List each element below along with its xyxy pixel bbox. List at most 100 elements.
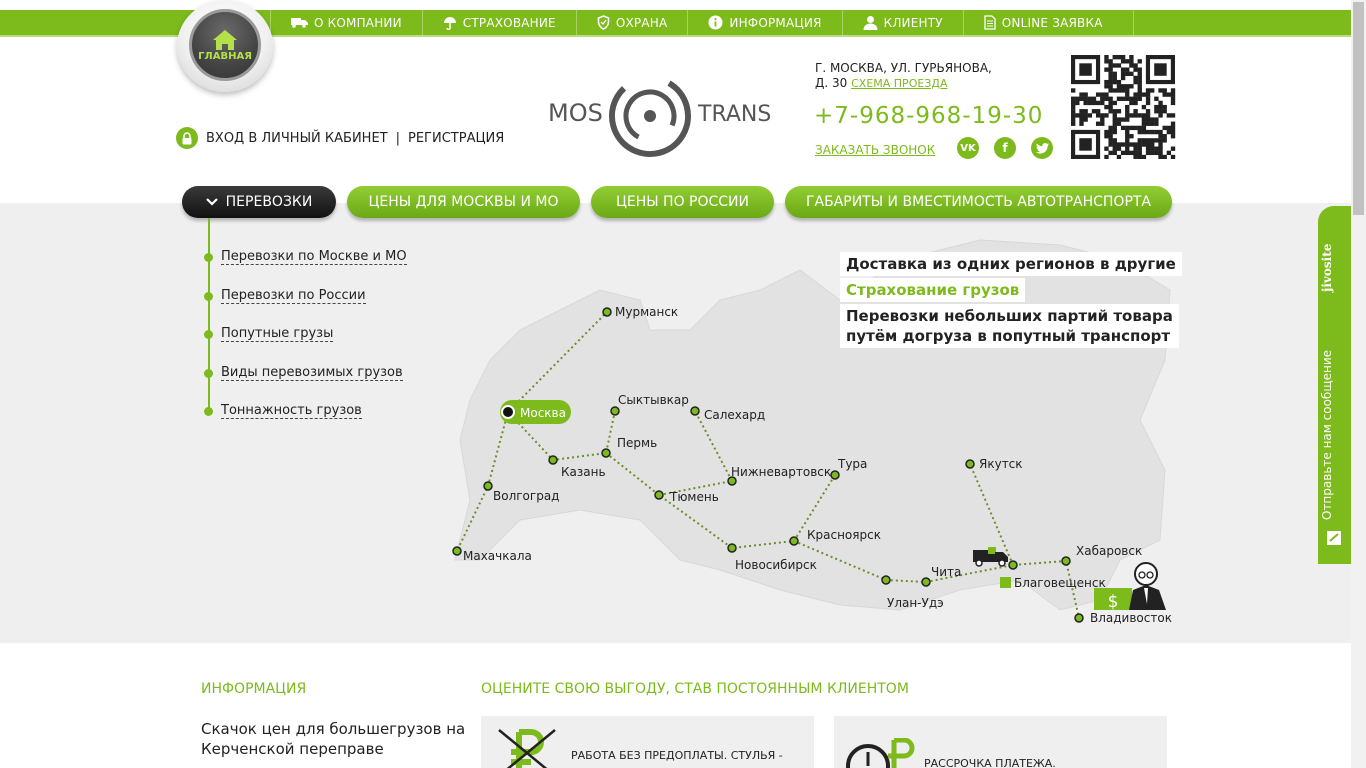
city-makhachkala: Махачкала xyxy=(463,549,532,563)
city-salekhard: Салехард xyxy=(704,408,765,422)
city-murmansk: Мурманск xyxy=(615,305,678,319)
promo-line-3: Перевозки небольших партий товара путём … xyxy=(840,304,1179,348)
topmenu-insurance[interactable]: СТРАХОВАНИЕ xyxy=(421,10,576,35)
benefit-card-2-text: РАССРОЧКА ПЛАТЕЖА. xyxy=(924,757,1056,768)
blagoveshchensk-square xyxy=(1000,577,1011,588)
tab-dimensions[interactable]: ГАБАРИТЫ И ВМЕСТИМОСТЬ АВТОТРАНСПОРТА xyxy=(785,186,1172,218)
city-novosibirsk: Новосибирск xyxy=(735,558,817,572)
topmenu-about[interactable]: О КОМПАНИИ xyxy=(270,10,422,35)
info-article-link[interactable]: Скачок цен для большегрузов на Керченско… xyxy=(201,719,471,759)
topmenu-client-label: КЛИЕНТУ xyxy=(883,15,943,30)
installment-icon xyxy=(846,738,915,768)
callback-link[interactable]: ЗАКАЗАТЬ ЗВОНОК xyxy=(815,143,935,157)
submenu-item[interactable]: Перевозки по России xyxy=(204,288,366,304)
benefit-card-2: РАССРОЧКА ПЛАТЕЖА. xyxy=(834,716,1167,768)
shield-icon xyxy=(597,15,610,30)
topmenu-about-label: О КОМПАНИИ xyxy=(314,15,402,30)
vk-icon[interactable]: VK xyxy=(957,137,979,159)
topmenu-insurance-label: СТРАХОВАНИЕ xyxy=(462,15,556,30)
logo-text-mos: MOS xyxy=(548,99,603,127)
tab-transport-label: ПЕРЕВОЗКИ xyxy=(225,194,313,210)
mostrans-logo[interactable]: MOS TRANS xyxy=(546,72,791,160)
submenu-item-label: Попутные грузы xyxy=(221,326,334,342)
facebook-icon[interactable]: f xyxy=(994,137,1016,159)
login-link[interactable]: ВХОД В ЛИЧНЫЙ КАБИНЕТ xyxy=(206,131,388,146)
submenu-item[interactable]: Виды перевозимых грузов xyxy=(204,365,403,381)
topmenu-client[interactable]: КЛИЕНТУ xyxy=(841,10,963,35)
info-icon xyxy=(708,15,723,30)
submenu-item[interactable]: Перевозки по Москве и МО xyxy=(204,249,407,265)
tab-prices-moscow[interactable]: ЦЕНЫ ДЛЯ МОСКВЫ И МО xyxy=(347,186,580,218)
city-chita: Чита xyxy=(931,565,961,579)
city-tyumen: Тюмень xyxy=(669,490,719,504)
chevron-down-icon xyxy=(205,198,218,206)
topmenu-information-label: ИНФОРМАЦИЯ xyxy=(729,15,822,30)
scrollbar-thumb[interactable] xyxy=(1353,2,1364,215)
city-kazan: Казань xyxy=(561,465,606,479)
login-area: ВХОД В ЛИЧНЫЙ КАБИНЕТ | РЕГИСТРАЦИЯ xyxy=(176,127,504,149)
document-icon xyxy=(984,15,996,30)
map-route-link[interactable]: СХЕМА ПРОЕЗДА xyxy=(851,77,947,90)
city-ulanude: Улан-Удэ xyxy=(887,596,944,610)
qr-code-image xyxy=(1071,55,1177,159)
promo-line-1: Доставка из одних регионов в другие xyxy=(840,252,1182,276)
no-prepayment-icon xyxy=(498,729,556,768)
city-blagoveshchensk: Благовещенск xyxy=(1014,576,1106,590)
house-icon xyxy=(213,29,237,50)
topmenu-information[interactable]: ИНФОРМАЦИЯ xyxy=(687,10,841,35)
top-menu: О КОМПАНИИ СТРАХОВАНИЕ ОХРАНА ИНФОРМАЦИЯ… xyxy=(270,10,1134,35)
submenu-item[interactable]: Тоннажность грузов xyxy=(204,403,362,419)
login-separator: | xyxy=(395,130,400,146)
city-moscow: Москва xyxy=(520,406,566,420)
twitter-icon[interactable] xyxy=(1031,137,1053,159)
tab-prices-moscow-label: ЦЕНЫ ДЛЯ МОСКВЫ И МО xyxy=(368,194,559,210)
promo-line-2: Страхование грузов xyxy=(840,278,1026,302)
phone-number: +7-968-968-19-30 xyxy=(814,103,1044,129)
logo-text-trans: TRANS xyxy=(697,102,771,127)
city-vladivostok: Владивосток xyxy=(1090,611,1172,625)
city-perm: Пермь xyxy=(617,436,657,450)
promo-line-3a: Перевозки небольших партий товара xyxy=(846,307,1173,325)
jivosite-logo: jivosite xyxy=(1320,243,1334,292)
home-button-label: ГЛАВНАЯ xyxy=(198,50,252,62)
topmenu-security[interactable]: ОХРАНА xyxy=(575,10,688,35)
city-tura: Тура xyxy=(837,457,867,471)
jivosite-label: Отправьте нам сообщение xyxy=(1320,349,1334,520)
info-heading: ИНФОРМАЦИЯ xyxy=(201,681,307,697)
submenu-line xyxy=(208,218,210,413)
page: О КОМПАНИИ СТРАХОВАНИЕ ОХРАНА ИНФОРМАЦИЯ… xyxy=(0,0,1366,768)
register-link[interactable]: РЕГИСТРАЦИЯ xyxy=(408,131,504,146)
address-line1: Г. МОСКВА, УЛ. ГУРЬЯНОВА, xyxy=(815,61,992,75)
tab-dimensions-label: ГАБАРИТЫ И ВМЕСТИМОСТЬ АВТОТРАНСПОРТА xyxy=(805,194,1152,210)
truck-icon xyxy=(291,18,308,28)
submenu-item-label: Виды перевозимых грузов xyxy=(221,365,403,381)
topmenu-online-order[interactable]: ONLINE ЗАЯВКА xyxy=(962,10,1134,35)
city-khabarovsk: Хабаровск xyxy=(1076,544,1142,558)
tab-prices-russia-label: ЦЕНЫ ПО РОССИИ xyxy=(616,194,749,210)
address-line2: Д. 30 xyxy=(815,76,848,90)
city-syktyvkar: Сыктывкар xyxy=(618,393,689,407)
city-yakutsk: Якутск xyxy=(979,457,1023,471)
user-icon xyxy=(863,16,878,30)
submenu-item-label: Тоннажность грузов xyxy=(221,403,362,419)
benefit-card-1: РАБОТА БЕЗ ПРЕДОПЛАТЫ. СТУЛЬЯ - xyxy=(481,716,814,768)
benefit-card-1-text: РАБОТА БЕЗ ПРЕДОПЛАТЫ. СТУЛЬЯ - xyxy=(571,749,783,762)
city-volgograd: Волгоград xyxy=(493,489,559,503)
city-nizhnevartovsk: Нижневартовск xyxy=(731,465,831,479)
submenu-item-label: Перевозки по Москве и МО xyxy=(221,249,407,265)
submenu-item-label: Перевозки по России xyxy=(221,288,366,304)
benefits-heading: ОЦЕНИТЕ СВОЮ ВЫГОДУ, СТАВ ПОСТОЯННЫМ КЛИ… xyxy=(481,681,909,697)
topmenu-security-label: ОХРАНА xyxy=(615,15,668,30)
submenu-item[interactable]: Попутные грузы xyxy=(204,326,334,342)
umbrella-icon xyxy=(443,16,456,30)
russia-map-shape xyxy=(454,239,1171,611)
home-button[interactable]: ГЛАВНАЯ xyxy=(189,9,261,81)
dollar-badge-text: $ xyxy=(1108,592,1119,612)
city-krasnoyarsk: Красноярск xyxy=(807,528,881,542)
topmenu-online-order-label: ONLINE ЗАЯВКА xyxy=(1001,15,1103,30)
lock-icon xyxy=(176,127,198,149)
chat-icon xyxy=(1327,531,1341,545)
tab-transport[interactable]: ПЕРЕВОЗКИ xyxy=(182,186,336,218)
tab-prices-russia[interactable]: ЦЕНЫ ПО РОССИИ xyxy=(591,186,774,218)
address: Г. МОСКВА, УЛ. ГУРЬЯНОВА, Д. 30 СХЕМА ПР… xyxy=(815,61,992,91)
